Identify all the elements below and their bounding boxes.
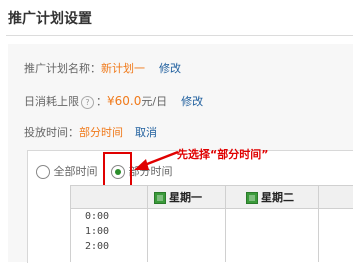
schedule-row: 投放时间：部分时间 取消 [24, 124, 157, 140]
schedule-cancel-link[interactable]: 取消 [135, 126, 157, 139]
daily-limit-value: ¥60.0 [107, 94, 142, 108]
grid-line [318, 185, 319, 262]
grid-line [225, 185, 226, 262]
daily-limit-edit-link[interactable]: 修改 [181, 95, 203, 108]
option-all-time-label: 全部时间 [53, 165, 98, 178]
title-divider [6, 35, 353, 36]
daily-limit-unit: 元/日 [141, 95, 168, 108]
schedule-value: 部分时间 [79, 126, 123, 139]
checkbox-icon[interactable] [246, 192, 258, 204]
grid-line [147, 185, 148, 262]
day-header-tuesday[interactable]: 星期二 [246, 189, 294, 205]
daily-limit-sep: ： [96, 95, 107, 108]
radio-all-time[interactable] [36, 165, 50, 179]
grid-line [70, 185, 71, 262]
checkbox-icon[interactable] [154, 192, 166, 204]
day-header-row: 星期一 星期二 [70, 185, 353, 209]
option-all-time[interactable]: 全部时间 [36, 163, 98, 179]
daily-limit-row: 日消耗上限? ：¥60.0元/日 修改 [24, 93, 203, 109]
page-title: 推广计划设置 [8, 11, 92, 27]
daily-limit-label: 日消耗上限 [24, 95, 79, 108]
plan-name-edit-link[interactable]: 修改 [159, 62, 181, 75]
day-header-monday[interactable]: 星期一 [154, 189, 202, 205]
plan-name-row: 推广计划名称：新计划一 修改 [24, 60, 181, 76]
plan-name-label: 推广计划名称： [24, 62, 101, 75]
day-label-monday: 星期一 [169, 191, 202, 204]
help-icon[interactable]: ? [81, 95, 94, 109]
arrow-icon [134, 150, 179, 170]
plan-name-value: 新计划一 [101, 62, 145, 75]
hour-label: 0:00 [85, 211, 110, 222]
hour-label: 1:00 [85, 226, 110, 237]
hour-label: 2:00 [85, 241, 110, 252]
schedule-label: 投放时间： [24, 126, 79, 139]
day-label-tuesday: 星期二 [261, 191, 294, 204]
annotation-text: 先选择“部分时间” [177, 148, 269, 161]
